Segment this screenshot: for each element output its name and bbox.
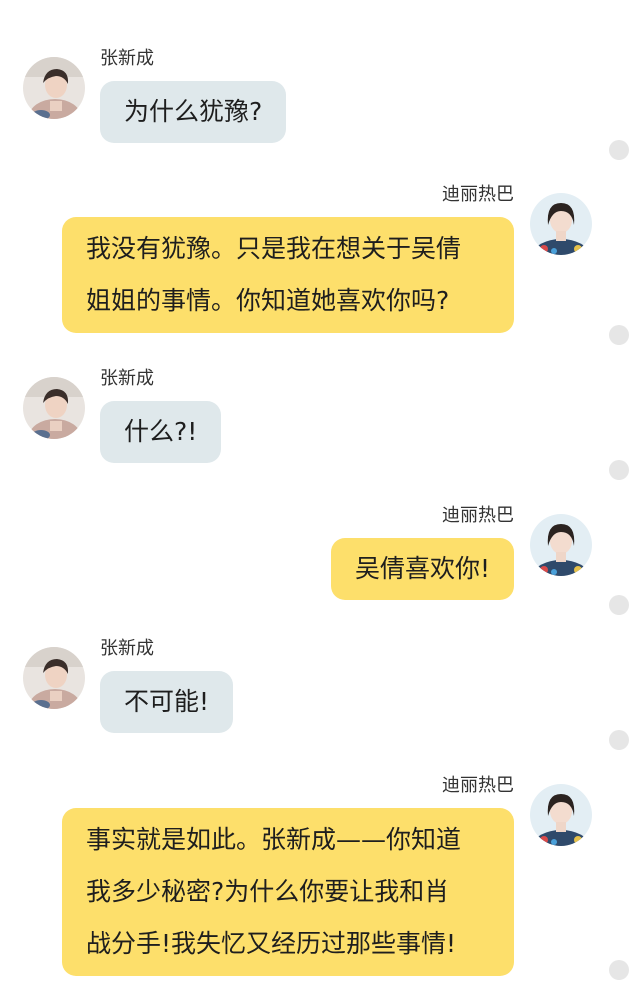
avatar-zhang-xincheng[interactable] <box>23 377 85 439</box>
message-bubble: 我没有犹豫。只是我在想关于吴倩 姐姐的事情。你知道她喜欢你吗? <box>62 217 514 333</box>
scroll-indicator-dot <box>609 960 629 980</box>
avatar-dilireba[interactable] <box>530 193 592 255</box>
message-bubble: 吴倩喜欢你! <box>330 538 514 600</box>
message-bubble: 为什么犹豫? <box>100 81 287 143</box>
scroll-indicator-dot <box>609 325 629 345</box>
sender-name: 张新成 <box>100 368 154 389</box>
scroll-indicator-dot <box>609 730 629 750</box>
message-text-line: 事实就是如此。张新成——你知道 <box>86 825 462 854</box>
sender-name: 张新成 <box>100 48 154 69</box>
avatar-dilireba-icon <box>530 514 592 576</box>
scroll-indicator-dot <box>609 140 629 160</box>
message-text-line: 我多少秘密?为什么你要让我和肖 <box>86 877 450 906</box>
sender-name: 迪丽热巴 <box>442 184 514 205</box>
avatar-zhang-xincheng-icon <box>23 377 85 439</box>
avatar-dilireba[interactable] <box>530 784 592 846</box>
sender-name: 迪丽热巴 <box>442 775 514 796</box>
message-text: 吴倩喜欢你! <box>354 554 490 583</box>
message-bubble: 事实就是如此。张新成——你知道 我多少秘密?为什么你要让我和肖 战分手!我失忆又… <box>62 808 514 976</box>
sender-name: 张新成 <box>100 638 154 659</box>
avatar-zhang-xincheng-icon <box>23 57 85 119</box>
scroll-indicator-dot <box>609 595 629 615</box>
avatar-dilireba-icon <box>530 193 592 255</box>
chat-screen: { "messages": [ { "sender": "张新成", "side… <box>0 0 640 995</box>
scroll-indicator-dot <box>609 460 629 480</box>
avatar-zhang-xincheng[interactable] <box>23 57 85 119</box>
message-text-line: 我没有犹豫。只是我在想关于吴倩 <box>86 234 462 263</box>
message-text: 不可能! <box>124 687 210 716</box>
avatar-zhang-xincheng[interactable] <box>23 647 85 709</box>
avatar-dilireba[interactable] <box>530 514 592 576</box>
message-text: 为什么犹豫? <box>124 97 263 126</box>
message-bubble: 什么?! <box>100 401 222 463</box>
message-text: 什么?! <box>124 417 198 446</box>
avatar-dilireba-icon <box>530 784 592 846</box>
message-text-line: 姐姐的事情。你知道她喜欢你吗? <box>86 286 450 315</box>
sender-name: 迪丽热巴 <box>442 505 514 526</box>
message-bubble: 不可能! <box>100 671 234 733</box>
message-text-line: 战分手!我失忆又经历过那些事情! <box>86 929 457 958</box>
avatar-zhang-xincheng-icon <box>23 647 85 709</box>
